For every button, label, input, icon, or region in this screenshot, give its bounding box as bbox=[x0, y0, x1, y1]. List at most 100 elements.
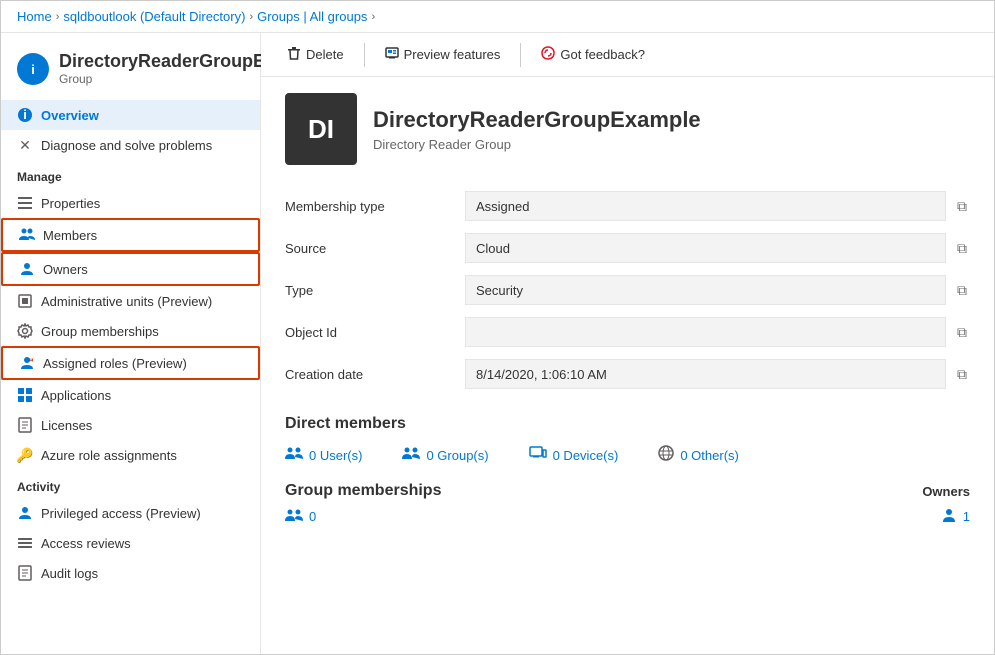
others-count-label: 0 Other(s) bbox=[680, 448, 739, 463]
wrench-icon: ✕ bbox=[17, 137, 33, 153]
owners-section-label: Owners bbox=[922, 484, 970, 499]
copy-source-button[interactable]: ⧉ bbox=[954, 237, 970, 260]
content-area: Delete Preview features Got feedback? bbox=[261, 33, 994, 654]
members-label: Members bbox=[43, 228, 97, 243]
devices-count-label: 0 Device(s) bbox=[553, 448, 619, 463]
delete-label: Delete bbox=[306, 47, 344, 62]
breadcrumb-directory[interactable]: sqldboutlook (Default Directory) bbox=[63, 9, 245, 24]
azure-role-label: Azure role assignments bbox=[41, 448, 177, 463]
breadcrumb-sep3: › bbox=[371, 11, 375, 23]
group-name: DirectoryReaderGroupExample bbox=[373, 107, 701, 133]
properties-icon bbox=[17, 195, 33, 211]
feedback-label: Got feedback? bbox=[560, 47, 645, 62]
prop-value-source: Cloud bbox=[465, 233, 946, 263]
sidebar-item-owners[interactable]: Owners bbox=[1, 252, 260, 286]
prop-label-objectid: Object Id bbox=[285, 311, 465, 353]
access-reviews-label: Access reviews bbox=[41, 536, 131, 551]
preview-features-button[interactable]: Preview features bbox=[375, 41, 511, 68]
sidebar-item-admin-units[interactable]: Administrative units (Preview) bbox=[1, 286, 260, 316]
sidebar-item-applications[interactable]: Applications bbox=[1, 380, 260, 410]
overview-label: Overview bbox=[41, 108, 99, 123]
sidebar-item-azure-role[interactable]: 🔑 Azure role assignments bbox=[1, 440, 260, 470]
sidebar-item-group-memberships[interactable]: Group memberships bbox=[1, 316, 260, 346]
group-header: DI DirectoryReaderGroupExample Directory… bbox=[285, 93, 970, 165]
svg-text:i: i bbox=[23, 107, 27, 122]
feedback-button[interactable]: Got feedback? bbox=[531, 41, 655, 68]
prop-type-container: Security ⧉ bbox=[465, 269, 970, 311]
owners-icon bbox=[19, 261, 35, 277]
access-reviews-icon bbox=[17, 535, 33, 551]
copy-type-button[interactable]: ⧉ bbox=[954, 279, 970, 302]
group-subtitle: Directory Reader Group bbox=[373, 137, 701, 152]
delete-button[interactable]: Delete bbox=[277, 41, 354, 68]
prop-label-type: Type bbox=[285, 269, 465, 311]
audit-logs-label: Audit logs bbox=[41, 566, 98, 581]
sidebar-item-audit-logs[interactable]: Audit logs bbox=[1, 558, 260, 588]
svg-text:i: i bbox=[31, 62, 35, 77]
toolbar-sep2 bbox=[520, 43, 521, 67]
assigned-roles-label: Assigned roles (Preview) bbox=[43, 356, 187, 371]
sidebar-item-overview[interactable]: i Overview bbox=[1, 100, 260, 130]
prop-value-membership: Assigned bbox=[465, 191, 946, 221]
sidebar-header-icon: i bbox=[17, 53, 49, 85]
group-memberships-label: Group memberships bbox=[41, 324, 159, 339]
globe-icon bbox=[658, 445, 674, 466]
licenses-label: Licenses bbox=[41, 418, 92, 433]
sidebar-item-properties[interactable]: Properties bbox=[1, 188, 260, 218]
copy-objectid-button[interactable]: ⧉ bbox=[954, 321, 970, 344]
groups-count-label: 0 Group(s) bbox=[426, 448, 488, 463]
properties-label: Properties bbox=[41, 196, 100, 211]
sidebar-item-privileged-access[interactable]: Privileged access (Preview) bbox=[1, 498, 260, 528]
key-icon: 🔑 bbox=[17, 447, 33, 463]
users-count-label: 0 User(s) bbox=[309, 448, 362, 463]
prop-value-objectid bbox=[465, 317, 946, 347]
preview-icon bbox=[385, 46, 399, 63]
prop-creation-container: 8/14/2020, 1:06:10 AM ⧉ bbox=[465, 353, 970, 395]
prop-label-creation: Creation date bbox=[285, 353, 465, 395]
owners-count-item[interactable]: 1 bbox=[941, 508, 970, 525]
users-stat[interactable]: 0 User(s) bbox=[285, 446, 362, 465]
members-icon bbox=[19, 227, 35, 243]
prop-label-membership: Membership type bbox=[285, 185, 465, 227]
sidebar-nav: i Overview ✕ Diagnose and solve problems… bbox=[1, 96, 260, 592]
delete-icon bbox=[287, 46, 301, 63]
prop-source-container: Cloud ⧉ bbox=[465, 227, 970, 269]
breadcrumb: Home › sqldboutlook (Default Directory) … bbox=[1, 1, 994, 33]
toolbar-sep1 bbox=[364, 43, 365, 67]
sidebar-item-assigned-roles[interactable]: ! Assigned roles (Preview) bbox=[1, 346, 260, 380]
memberships-header: Group memberships Owners bbox=[285, 482, 970, 500]
device-icon bbox=[529, 446, 547, 465]
breadcrumb-home[interactable]: Home bbox=[17, 9, 52, 24]
groups-stat[interactable]: 0 Group(s) bbox=[402, 446, 488, 465]
others-stat[interactable]: 0 Other(s) bbox=[658, 445, 739, 466]
manage-section-label: Manage bbox=[1, 160, 260, 188]
properties-grid: Membership type Assigned ⧉ Source Cloud … bbox=[285, 185, 970, 395]
copy-creation-button[interactable]: ⧉ bbox=[954, 363, 970, 386]
applications-label: Applications bbox=[41, 388, 111, 403]
members-stats-row: 0 User(s) 0 Group(s) 0 Device(s) bbox=[285, 445, 970, 466]
sidebar-header: i DirectoryReaderGroupExample Group bbox=[1, 41, 260, 96]
breadcrumb-groups[interactable]: Groups | All groups bbox=[257, 9, 367, 24]
breadcrumb-sep2: › bbox=[249, 11, 253, 23]
svg-text:!: ! bbox=[29, 355, 33, 366]
direct-members-title: Direct members bbox=[285, 415, 970, 433]
content-body: DI DirectoryReaderGroupExample Directory… bbox=[261, 77, 994, 654]
sidebar-item-members[interactable]: Members bbox=[1, 218, 260, 252]
privileged-label: Privileged access (Preview) bbox=[41, 506, 201, 521]
copy-membership-button[interactable]: ⧉ bbox=[954, 195, 970, 218]
prop-label-source: Source bbox=[285, 227, 465, 269]
gear-icon bbox=[17, 323, 33, 339]
prop-value-type: Security bbox=[465, 275, 946, 305]
group-memberships-section: Group memberships Owners 0 bbox=[285, 482, 970, 525]
group-avatar: DI bbox=[285, 93, 357, 165]
memberships-count-icon bbox=[285, 508, 303, 525]
sidebar-item-diagnose[interactable]: ✕ Diagnose and solve problems bbox=[1, 130, 260, 160]
memberships-count-item[interactable]: 0 bbox=[285, 508, 316, 525]
info-icon: i bbox=[17, 107, 33, 123]
devices-stat[interactable]: 0 Device(s) bbox=[529, 446, 619, 465]
activity-section-label: Activity bbox=[1, 470, 260, 498]
toolbar: Delete Preview features Got feedback? bbox=[261, 33, 994, 77]
sidebar-item-access-reviews[interactable]: Access reviews bbox=[1, 528, 260, 558]
sidebar-item-licenses[interactable]: Licenses bbox=[1, 410, 260, 440]
licenses-icon bbox=[17, 417, 33, 433]
